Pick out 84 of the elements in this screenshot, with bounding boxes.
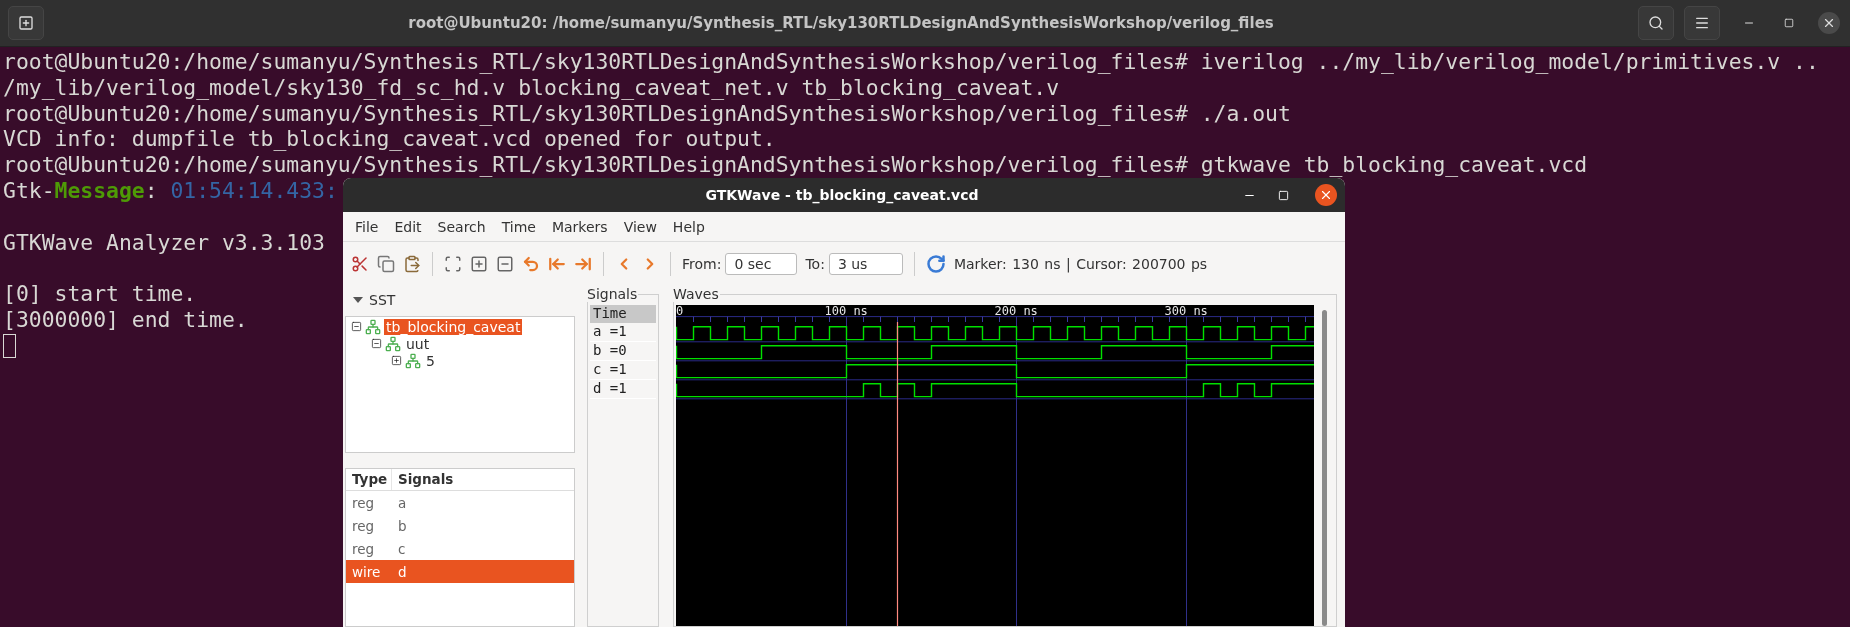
collapse-triangle-icon[interactable] [353,296,363,304]
close-icon [1319,188,1333,202]
menu-item[interactable]: Time [493,218,544,235]
terminal-line: root@Ubuntu20:/home/sumanyu/Synthesis_RTL/sky130RTLDesignAndSynthesisWorkshop/verilog_files# iverilog ../my_lib/verilog_model/primitives.v .. [3,49,1819,75]
menu-item[interactable]: Help [664,218,713,235]
window-title: root@Ubuntu20: /home/sumanyu/Synthesis_RTL/sky130RTLDesignAndSynthesisWorkshop/verilog_files [407,14,1275,32]
field-label: From: [682,256,722,272]
type-cell-text: reg [351,517,376,534]
signal-row[interactable]: wire d [346,560,574,583]
from-field[interactable]: 0 sec [725,253,798,275]
search-button[interactable] [1638,6,1674,40]
signal-row[interactable]: reg b [346,514,574,537]
name-cell-text: a [397,494,408,511]
terminal-line: GTKWave Analyzer v3.3.103 [3,229,325,256]
scrollbar-thumb[interactable] [1321,310,1327,626]
time-label: 100 ns [824,305,868,318]
terminal-line: VCD info: dumpfile tb_blocking_caveat.vcd opened for output. [3,126,776,153]
tree-item[interactable]: 5 [424,352,437,369]
search-icon [1648,15,1664,31]
panel-title: Signals [586,286,639,302]
field-label: To: [805,256,825,272]
type-cell-text: reg [351,494,376,511]
new-tab-button[interactable] [8,6,44,40]
time-label: 200 ns [994,305,1038,318]
menu-icon [1694,15,1710,31]
panel-title: Waves [672,286,720,302]
marker-line[interactable] [896,321,899,626]
go-to-start-icon[interactable] [548,255,566,273]
name-cell-text: b [397,517,408,534]
collapse-icon[interactable] [371,338,382,349]
menu-item[interactable]: Markers [543,218,616,235]
copy-icon[interactable] [377,255,395,273]
signal-value[interactable]: c =1 [590,361,656,380]
close-icon [1822,16,1836,30]
time-label: 300 ns [1164,305,1208,318]
column-header[interactable]: Signals [392,469,460,490]
signal-value[interactable]: b =0 [590,342,656,361]
menu-item[interactable]: View [615,218,665,235]
close-button[interactable] [1315,184,1337,206]
signal-value[interactable]: a =1 [590,323,656,342]
terminal-line: Gtk-Message: 01:54:14.433: [3,178,338,204]
hierarchy-icon [385,335,401,352]
panel-title: SST [369,292,396,308]
terminal-line: /my_lib/verilog_model/sky130_fd_sc_hd.v blocking_caveat_net.v tb_blocking_caveat.v [3,74,1060,101]
collapse-icon[interactable] [351,321,362,332]
menu-item[interactable]: Search [429,218,494,235]
go-to-end-icon[interactable] [574,255,592,273]
reload-icon[interactable] [925,254,946,274]
terminal-line: [3000000] end time. [3,306,248,333]
signal-value[interactable]: d =1 [590,380,656,399]
tree-item[interactable]: uut [404,335,432,352]
zoom-fit-icon[interactable] [444,255,462,273]
maximize-icon[interactable] [1278,189,1289,201]
type-cell-text: wire [351,563,382,580]
tree-item[interactable]: tb_blocking_caveat [384,318,523,335]
name-cell-text: c [397,540,407,557]
hierarchy-icon [405,352,421,369]
zoom-in-icon[interactable] [470,255,488,273]
window-title: GTKWave - tb_blocking_caveat.vcd [704,187,980,203]
marker-status: Marker: 130 ns | Cursor: 200700 ps [953,256,1208,272]
menu-item[interactable]: File [347,218,387,235]
text-cursor [3,333,16,358]
menu-button[interactable] [1684,6,1720,40]
signal-row[interactable]: reg c [346,537,574,560]
terminal-line: root@Ubuntu20:/home/sumanyu/Synthesis_RTL/sky130RTLDesignAndSynthesisWorkshop/verilog_files# ./a.out [3,100,1291,127]
terminal-line: [0] start time. [3,281,197,307]
undo-icon[interactable] [522,255,540,273]
signal-row[interactable]: reg a [346,491,574,514]
terminal-line: root@Ubuntu20:/home/sumanyu/Synthesis_RTL/sky130RTLDesignAndSynthesisWorkshop/verilog_files# gtkwave tb_blocking_caveat.vcd [3,152,1588,178]
name-cell-text: d [397,563,408,580]
time-label: 0 [676,305,684,318]
close-button[interactable] [1818,12,1840,34]
to-field[interactable]: 3 us [828,253,903,275]
paste-icon[interactable] [403,255,421,273]
zoom-out-icon[interactable] [496,255,514,273]
scissors-icon[interactable] [351,255,369,273]
hierarchy-icon [365,318,381,335]
menu-item[interactable]: Edit [386,218,430,235]
column-header[interactable]: Type [346,469,392,490]
maximize-icon [1784,18,1794,28]
type-cell-text: reg [351,540,376,557]
plus-icon [18,15,34,31]
expand-icon[interactable] [391,355,402,366]
time-header: Time [590,305,656,323]
